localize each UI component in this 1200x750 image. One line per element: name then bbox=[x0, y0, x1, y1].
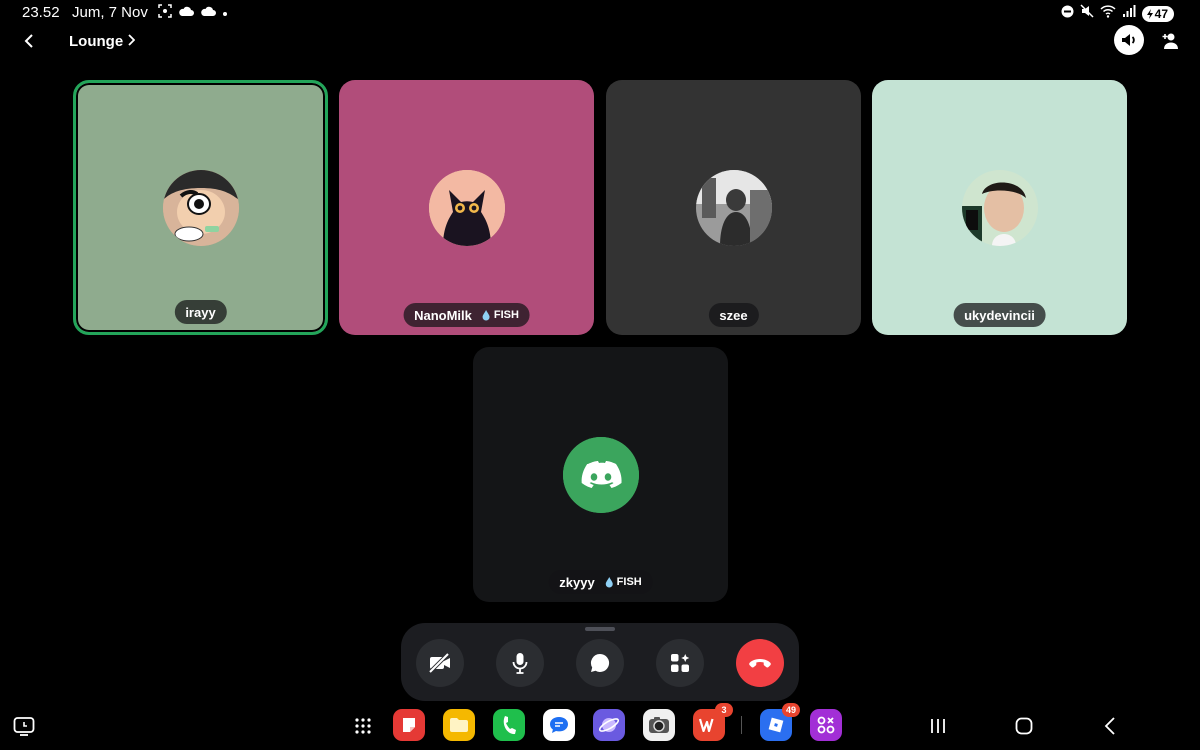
phone-icon bbox=[503, 716, 516, 735]
screenshot-icon bbox=[158, 4, 172, 21]
microphone-button[interactable] bbox=[496, 639, 544, 687]
recents-icon bbox=[931, 719, 945, 733]
recent-screen-button[interactable] bbox=[12, 714, 36, 738]
dock-app-wps[interactable]: 3 bbox=[693, 703, 733, 741]
status-date: Jum, 7 Nov bbox=[72, 4, 148, 21]
participant-name: irayy bbox=[185, 304, 216, 320]
add-user-icon bbox=[1162, 33, 1178, 49]
camera-icon bbox=[649, 717, 669, 733]
screen-time-icon bbox=[13, 717, 35, 736]
participant-tile[interactable]: zkyyy FISH bbox=[473, 347, 728, 602]
participant-tile[interactable]: NanoMilk FISH bbox=[339, 80, 594, 335]
guild-tag-label: FISH bbox=[616, 576, 642, 588]
home-button[interactable] bbox=[1012, 714, 1036, 738]
status-icons-right: 47 bbox=[1061, 4, 1174, 23]
dock-app-red[interactable] bbox=[393, 709, 425, 741]
avatar bbox=[961, 169, 1038, 246]
avatar bbox=[695, 169, 772, 246]
speaker-icon bbox=[1122, 34, 1135, 46]
dnd-icon bbox=[1061, 5, 1074, 23]
activities-icon bbox=[671, 654, 690, 672]
participant-name: zkyyy bbox=[559, 574, 595, 590]
dock-app-files[interactable] bbox=[443, 709, 475, 741]
dock-app-roblox[interactable]: 49 bbox=[760, 703, 800, 741]
recents-button[interactable] bbox=[926, 714, 950, 738]
channel-details-button[interactable] bbox=[127, 32, 141, 48]
folder-icon bbox=[450, 718, 468, 732]
back-icon bbox=[1104, 717, 1115, 735]
dock-divider bbox=[741, 716, 742, 734]
chevron-right-icon bbox=[128, 34, 135, 46]
participant-name-pill: zkyyy FISH bbox=[548, 570, 653, 594]
avatar bbox=[162, 169, 239, 246]
participant-name-pill: szee bbox=[708, 303, 759, 327]
guild-tag-label: FISH bbox=[493, 309, 519, 321]
status-icons-left bbox=[158, 4, 228, 21]
water-drop-icon bbox=[482, 309, 490, 320]
guild-tag: FISH bbox=[482, 309, 519, 321]
notification-badge: 49 bbox=[782, 703, 800, 717]
battery-level: 47 bbox=[1154, 6, 1168, 21]
roblox-icon bbox=[768, 717, 784, 733]
invite-button[interactable] bbox=[1160, 29, 1184, 53]
chat-icon bbox=[590, 653, 610, 672]
dock-app-purple[interactable] bbox=[810, 709, 842, 741]
status-time: 23.52 bbox=[22, 4, 60, 21]
guild-tag: FISH bbox=[605, 576, 642, 588]
app-drawer-button[interactable] bbox=[351, 714, 375, 738]
wifi-icon bbox=[1100, 4, 1116, 23]
chevron-left-icon bbox=[24, 34, 33, 48]
participant-name: NanoMilk bbox=[414, 307, 472, 323]
notification-badge: 3 bbox=[715, 703, 733, 717]
wps-office-icon bbox=[699, 718, 714, 732]
end-call-icon bbox=[749, 659, 771, 668]
sticky-note-icon bbox=[403, 718, 415, 732]
dot-icon bbox=[222, 5, 228, 20]
nav-back-button[interactable] bbox=[1098, 714, 1122, 738]
home-icon bbox=[1015, 717, 1033, 735]
participant-name-pill: NanoMilk FISH bbox=[403, 303, 530, 327]
battery-icon: 47 bbox=[1141, 5, 1174, 22]
dock-app-phone[interactable] bbox=[493, 709, 525, 741]
speaker-button[interactable] bbox=[1114, 25, 1144, 55]
participant-name-pill: ukydevincii bbox=[953, 303, 1046, 327]
dock-app-camera[interactable] bbox=[643, 709, 675, 741]
dock-app-messages[interactable] bbox=[543, 709, 575, 741]
planet-icon bbox=[598, 718, 620, 732]
mute-icon bbox=[1080, 4, 1094, 23]
participant-name: szee bbox=[719, 307, 748, 323]
drag-handle[interactable] bbox=[585, 627, 615, 631]
signal-icon bbox=[1122, 4, 1136, 23]
participant-tile[interactable]: irayy bbox=[73, 80, 328, 335]
message-icon bbox=[550, 717, 568, 733]
cloud-icon bbox=[200, 5, 216, 20]
cloud-icon bbox=[178, 5, 194, 20]
back-button[interactable] bbox=[18, 30, 40, 52]
participant-name-pill: irayy bbox=[174, 300, 227, 324]
activities-button[interactable] bbox=[656, 639, 704, 687]
apps-icon bbox=[817, 716, 835, 734]
avatar bbox=[562, 436, 639, 513]
app-grid-icon bbox=[355, 718, 371, 734]
water-drop-icon bbox=[605, 576, 613, 587]
microphone-icon bbox=[512, 653, 528, 674]
chat-button[interactable] bbox=[576, 639, 624, 687]
end-call-button[interactable] bbox=[736, 639, 784, 687]
participant-tile[interactable]: szee bbox=[606, 80, 861, 335]
avatar bbox=[428, 169, 505, 246]
discord-logo-icon bbox=[562, 436, 639, 513]
camera-off-icon bbox=[428, 652, 450, 674]
channel-title[interactable]: Lounge bbox=[69, 33, 123, 50]
dock-app-browser[interactable] bbox=[593, 709, 625, 741]
participant-name: ukydevincii bbox=[964, 307, 1035, 323]
participant-tile[interactable]: ukydevincii bbox=[872, 80, 1127, 335]
camera-toggle-button[interactable] bbox=[416, 639, 464, 687]
